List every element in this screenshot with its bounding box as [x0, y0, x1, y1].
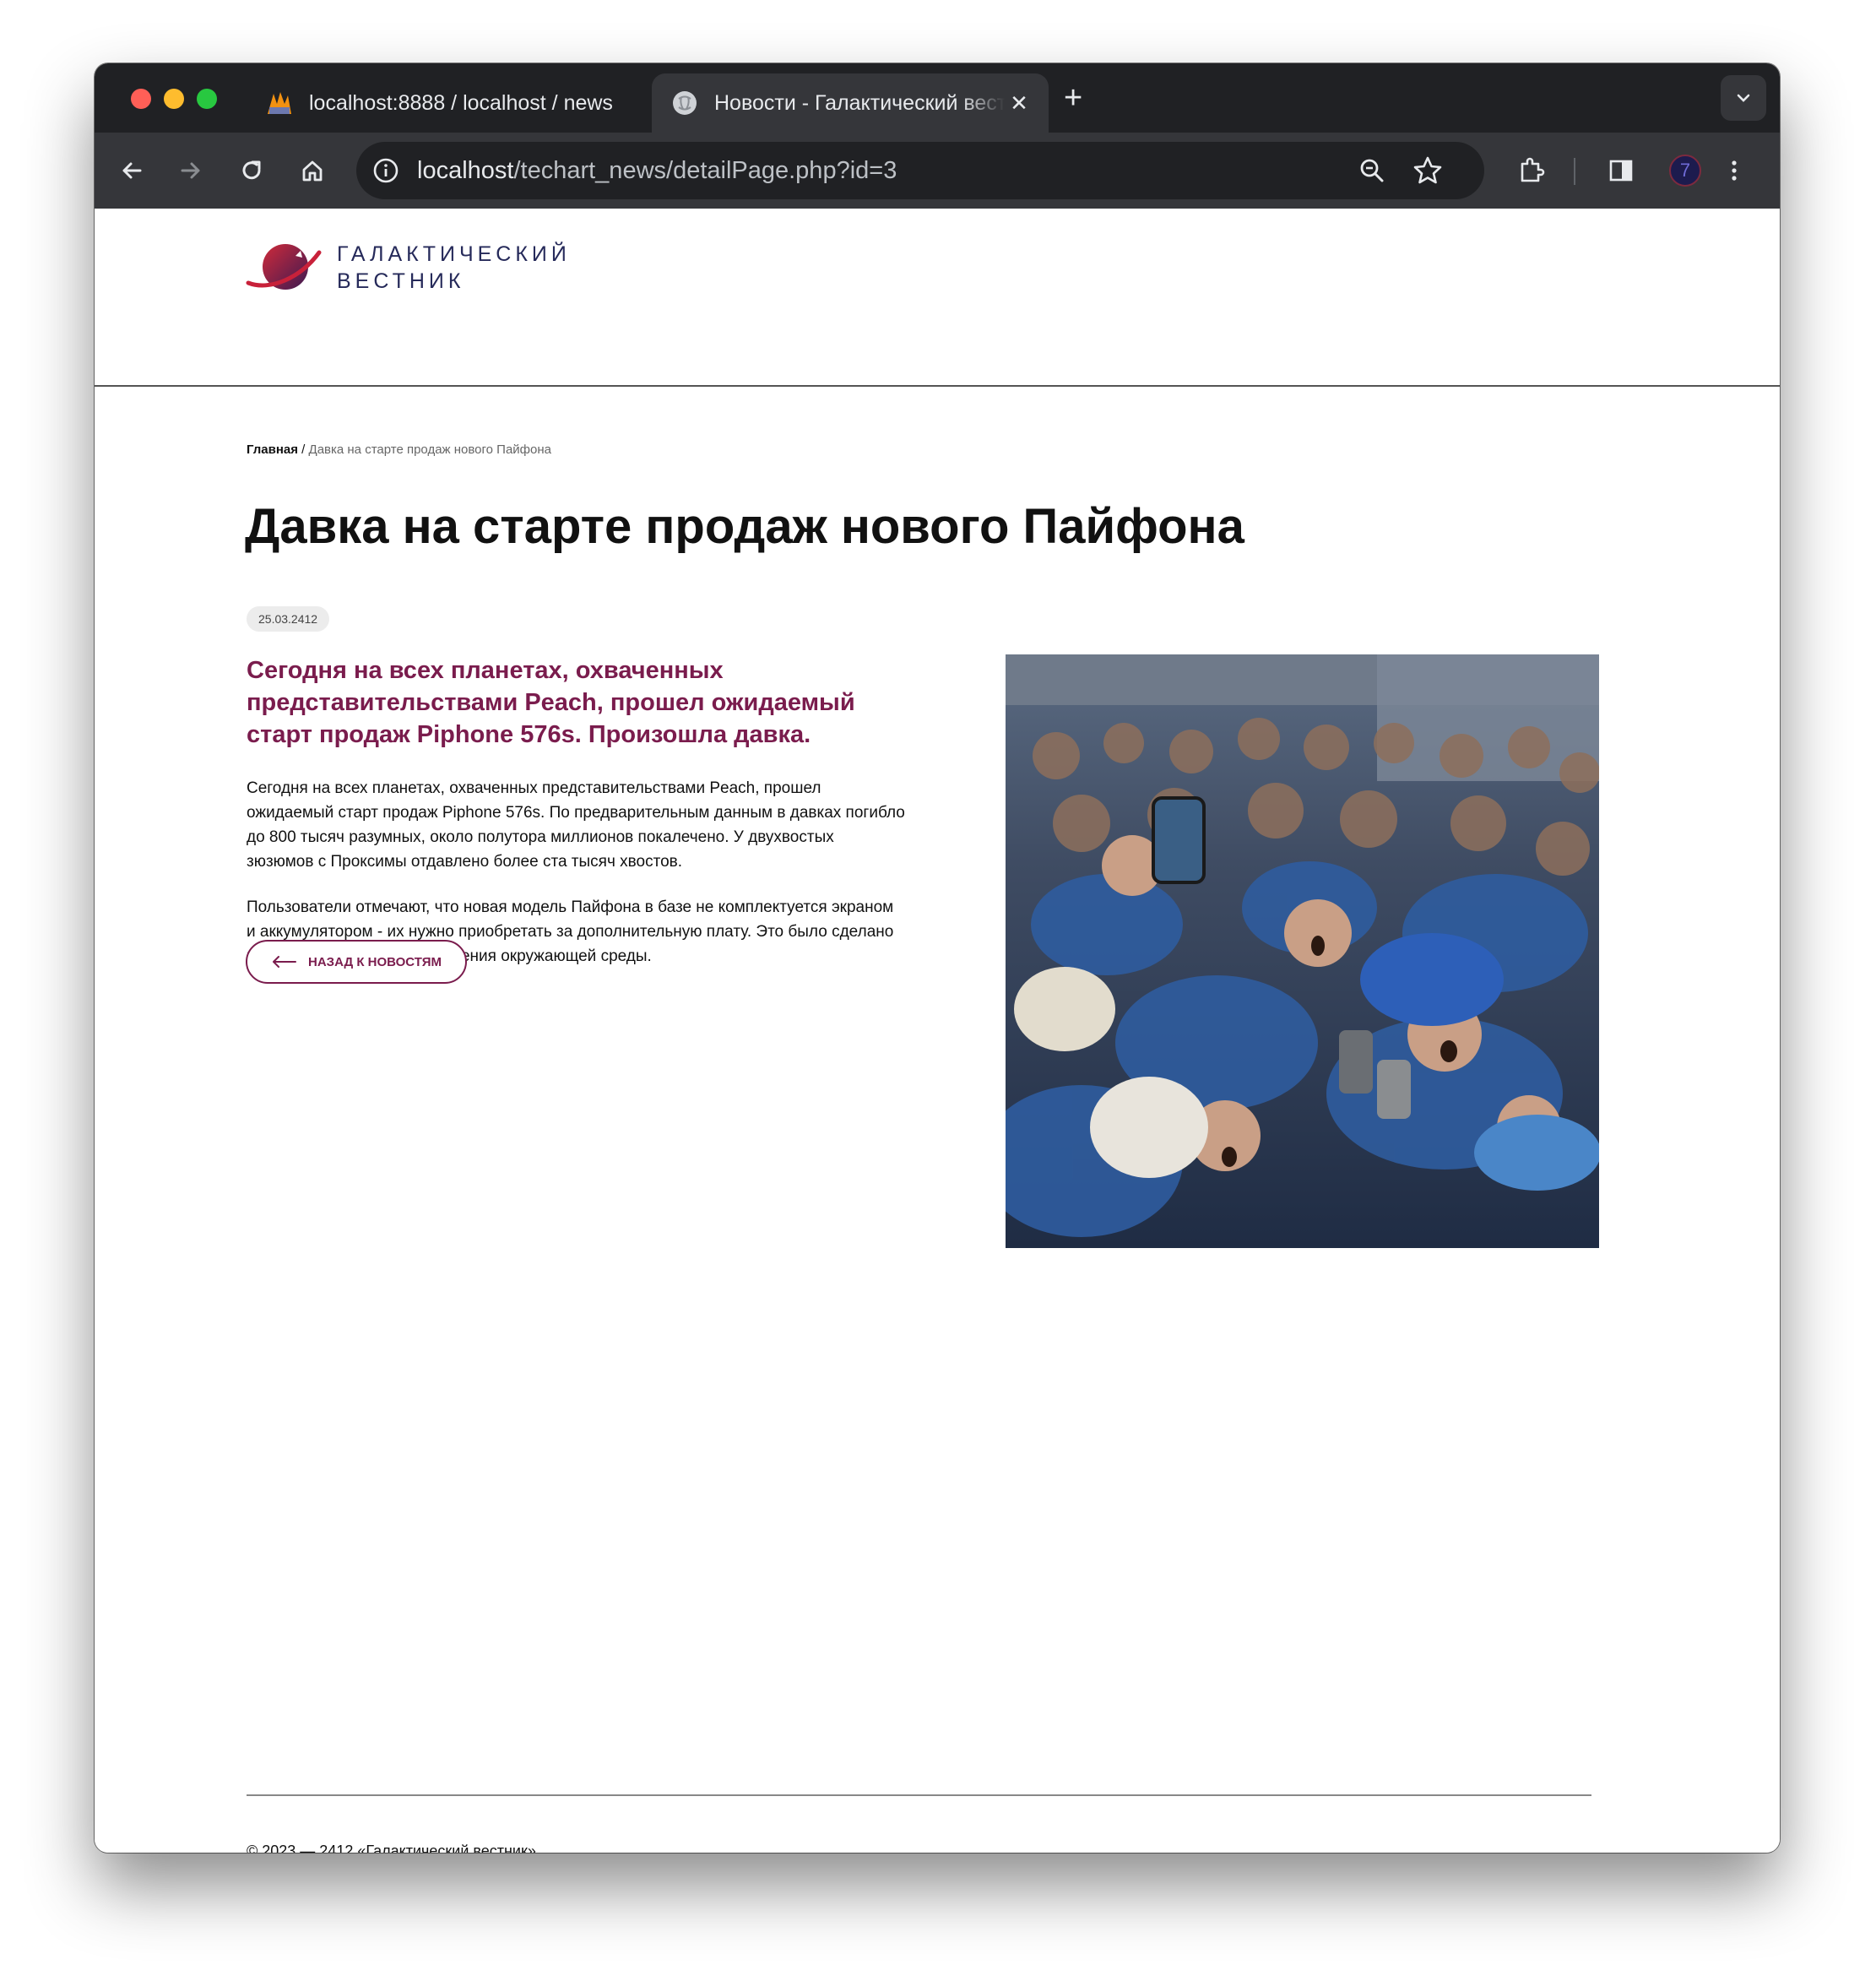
logo-line-1: ГАЛАКТИЧЕСКИЙ [337, 242, 571, 266]
minimize-window-button[interactable] [164, 89, 184, 109]
footer-copyright: © 2023 — 2412 «Галактический вестник» [247, 1843, 536, 1853]
date-badge: 25.03.2412 [247, 606, 330, 632]
browser-menu-button[interactable] [1714, 150, 1754, 191]
puzzle-icon [1521, 157, 1545, 182]
breadcrumb-current: Давка на старте продаж нового Пайфона [308, 442, 551, 457]
article-lead: Сегодня на всех планетах, охваченных пре… [247, 657, 855, 748]
breadcrumb: Главная / Давка на старте продаж нового … [247, 442, 551, 457]
url-text[interactable]: localhost/techart_news/detailPage.php?id… [417, 142, 897, 199]
logo-line-2: ВЕСТНИК [337, 269, 465, 293]
tab-news[interactable]: Новости - Галактический вестник ✕ [652, 73, 1049, 133]
page-title: Давка на старте продаж нового Пайфона [245, 499, 1244, 554]
reload-button[interactable] [231, 150, 272, 191]
side-panel-button[interactable] [1601, 150, 1641, 191]
new-tab-button[interactable]: + [1064, 82, 1082, 114]
star-icon[interactable] [1412, 155, 1444, 187]
breadcrumb-separator: / [298, 442, 309, 457]
tab-title: localhost:8888 / localhost / news [309, 90, 613, 115]
close-icon[interactable]: ✕ [1005, 90, 1033, 117]
back-to-news-button[interactable]: Назад к новостям [246, 940, 467, 984]
url-host: localhost [417, 157, 514, 184]
page-content: ГАЛАКТИЧЕСКИЙ ВЕСТНИК Главная / Давка на… [95, 209, 1780, 1853]
tab-title: Новости - Галактический вестник [714, 90, 1005, 115]
site-logo-text[interactable]: ГАЛАКТИЧЕСКИЙ ВЕСТНИК [337, 241, 571, 295]
breadcrumb-home-link[interactable]: Главная [247, 442, 298, 457]
tab-search-button[interactable] [1721, 75, 1766, 121]
toolbar-divider [1574, 158, 1575, 185]
back-to-news-label: Назад к новостям [308, 954, 442, 969]
phpmyadmin-icon [268, 92, 291, 114]
more-vertical-icon [1732, 160, 1737, 181]
article-image [1006, 654, 1599, 1248]
footer-divider [247, 1794, 1591, 1796]
back-button[interactable] [111, 150, 152, 191]
browser-toolbar: localhost/techart_news/detailPage.php?id… [95, 133, 1780, 209]
home-icon [302, 160, 323, 182]
maximize-window-button[interactable] [197, 89, 217, 109]
side-panel-icon [1609, 160, 1633, 182]
forward-button[interactable] [171, 150, 211, 191]
browser-window: localhost:8888 / localhost / news ✕ Ново… [95, 63, 1780, 1853]
planet-logo-icon[interactable] [245, 239, 323, 298]
close-window-button[interactable] [131, 89, 151, 109]
address-bar[interactable]: localhost/techart_news/detailPage.php?id… [356, 142, 1484, 199]
zoom-icon[interactable] [1357, 155, 1387, 186]
article-paragraph: Сегодня на всех планетах, охваченных пре… [247, 779, 905, 871]
arrow-left-icon [273, 956, 297, 968]
arrow-left-icon [122, 162, 142, 179]
reload-icon [242, 160, 261, 180]
tab-strip: localhost:8888 / localhost / news ✕ Ново… [95, 63, 1780, 133]
site-info-icon[interactable] [371, 156, 400, 185]
profile-avatar[interactable]: 7 [1669, 155, 1701, 187]
site-header: ГАЛАКТИЧЕСКИЙ ВЕСТНИК [95, 209, 1780, 387]
globe-icon [673, 91, 697, 115]
chevron-down-icon [1737, 94, 1750, 102]
extensions-button[interactable] [1511, 150, 1552, 191]
url-path: /techart_news/detailPage.php?id=3 [513, 157, 897, 184]
home-button[interactable] [292, 150, 333, 191]
arrow-right-icon [181, 162, 200, 179]
crowd-photo [1006, 654, 1599, 1248]
